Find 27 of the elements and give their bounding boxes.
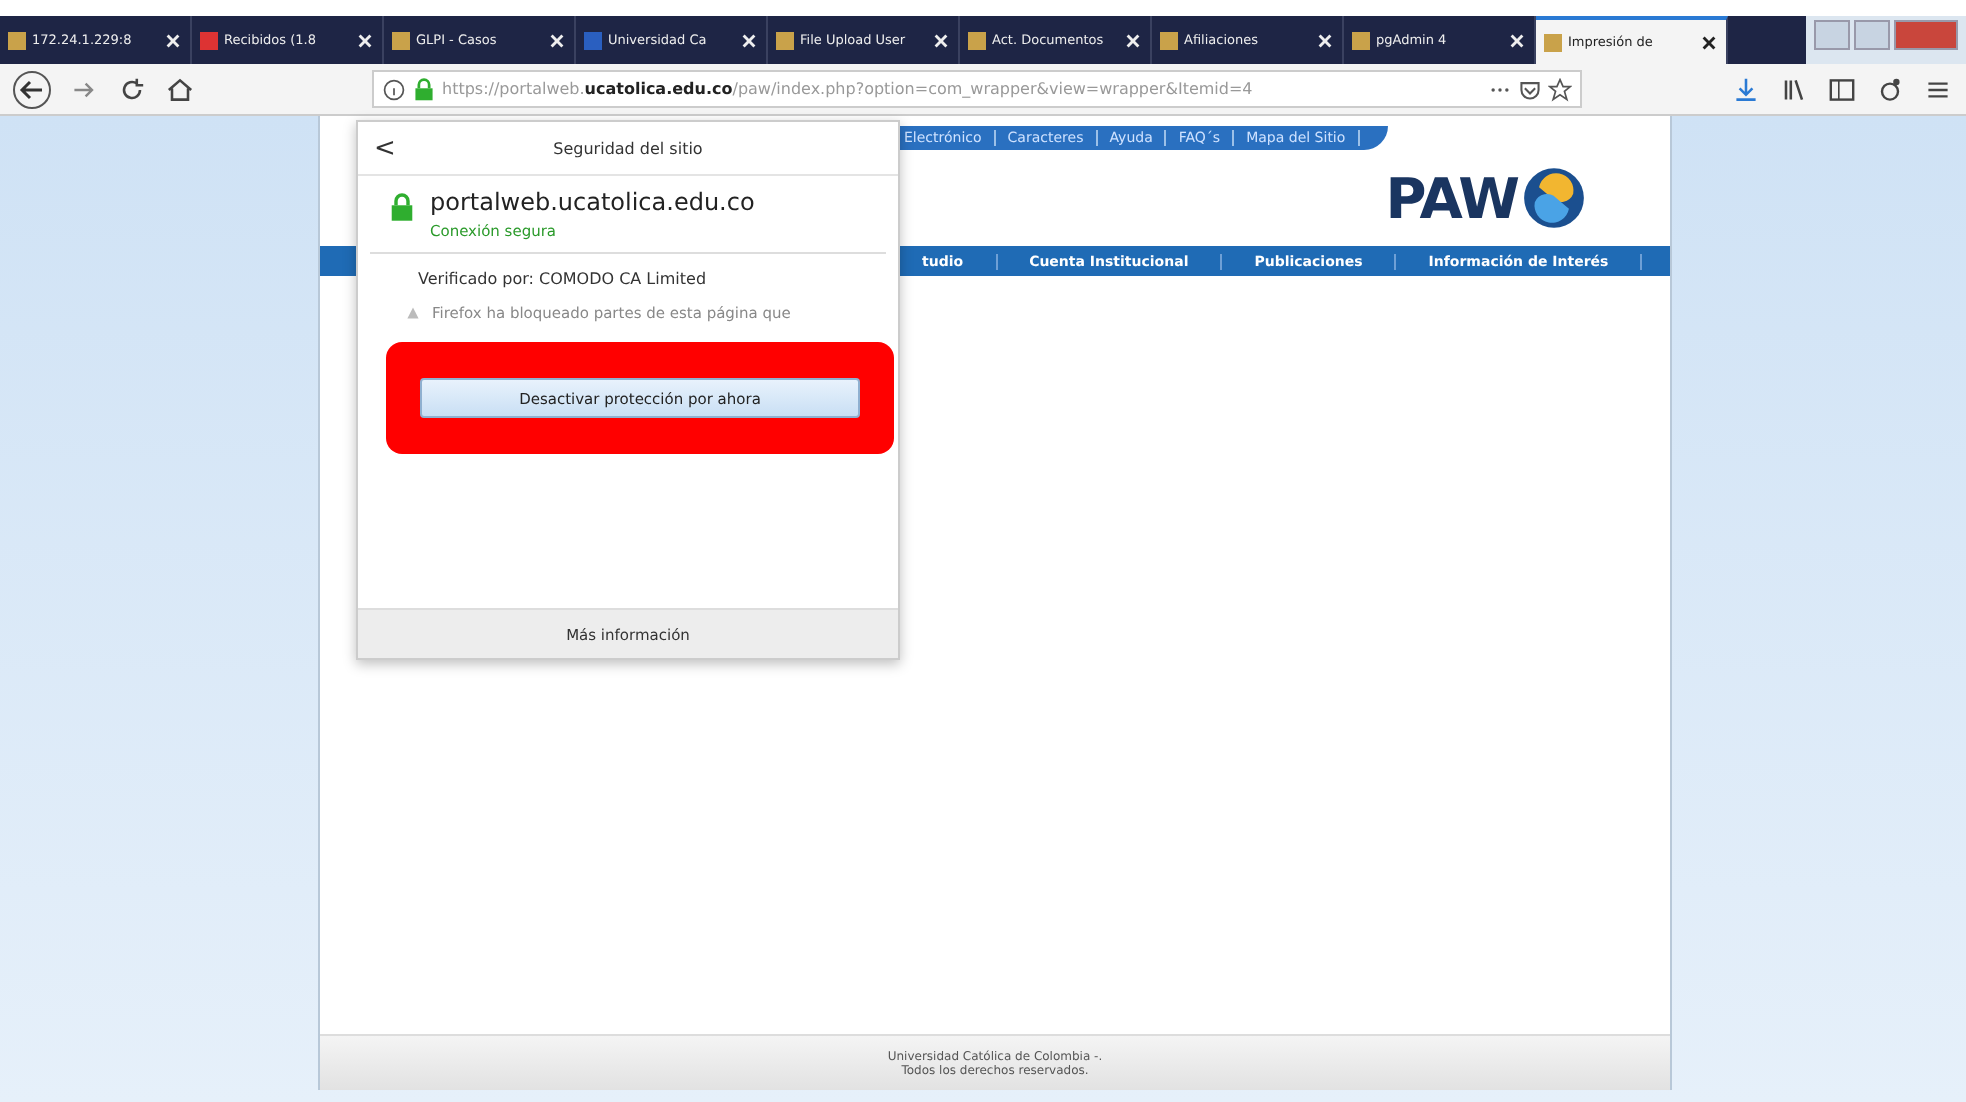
favicon-icon bbox=[776, 31, 794, 49]
back-icon[interactable] bbox=[12, 69, 52, 109]
back-button[interactable]: < bbox=[358, 133, 412, 163]
favicon-icon bbox=[8, 31, 26, 49]
star-icon[interactable] bbox=[1548, 77, 1572, 101]
logo-text: PAW bbox=[1385, 165, 1518, 231]
favicon-icon bbox=[392, 31, 410, 49]
favicon-icon bbox=[968, 31, 986, 49]
verified-text: Verificado por: COMODO CA Limited bbox=[418, 270, 709, 288]
favicon-icon bbox=[1352, 31, 1370, 49]
address-bar[interactable]: https://portalweb.ucatolica.edu.co/paw/index.php?option=com_wrapper&view=wrapper&Itemid=4 bbox=[372, 70, 1582, 108]
site-domain: portalweb.ucatolica.edu.co bbox=[430, 188, 755, 216]
pocket-icon[interactable] bbox=[1518, 77, 1542, 101]
favicon-icon bbox=[200, 31, 218, 49]
download-icon[interactable] bbox=[1730, 73, 1762, 105]
favicon-icon bbox=[584, 31, 602, 49]
lock-icon bbox=[412, 77, 436, 101]
sidebar-icon[interactable] bbox=[1826, 73, 1858, 105]
info-icon[interactable] bbox=[382, 77, 406, 101]
home-icon[interactable] bbox=[164, 73, 196, 105]
lock-icon bbox=[390, 192, 414, 222]
favicon-icon bbox=[1160, 31, 1178, 49]
favicon-icon bbox=[1544, 33, 1562, 51]
swirl-logo-icon bbox=[1522, 166, 1586, 230]
warning-icon bbox=[406, 306, 420, 320]
popup-title: Seguridad del sitio bbox=[553, 139, 703, 157]
url-text: https://portalweb.ucatolica.edu.co/paw/index.php?option=com_wrapper&view=wrapper&Itemid=4 bbox=[442, 80, 1253, 98]
